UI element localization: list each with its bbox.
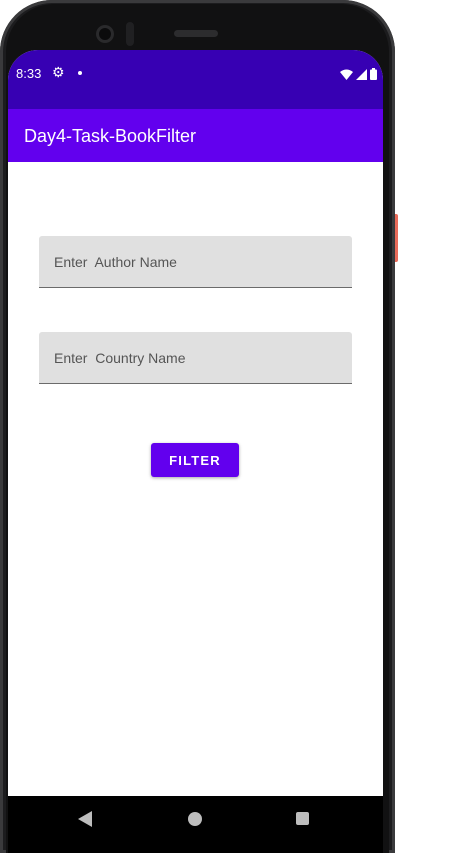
country-name-field[interactable] <box>39 332 352 384</box>
author-name-input[interactable] <box>39 236 352 287</box>
status-indicators <box>340 67 377 85</box>
phone-frame: 8:33 ⚙ Day4-Task-BookFilter Enter Author… <box>0 0 395 853</box>
filter-form: FILTER <box>8 162 383 796</box>
front-camera <box>96 25 114 43</box>
power-button <box>395 214 398 262</box>
proximity-sensor <box>126 22 134 46</box>
back-icon[interactable] <box>78 811 92 832</box>
earpiece-speaker <box>174 30 218 37</box>
navigation-bar <box>8 796 383 853</box>
cell-signal-icon <box>356 67 367 85</box>
home-icon[interactable] <box>188 812 202 826</box>
filter-button[interactable]: FILTER <box>151 443 239 477</box>
recents-icon[interactable] <box>296 812 309 825</box>
app-title: Day4-Task-BookFilter <box>24 126 197 146</box>
battery-icon <box>370 67 377 85</box>
device-screen: 8:33 ⚙ Day4-Task-BookFilter Enter Author… <box>8 50 383 853</box>
notification-dot-icon <box>78 71 82 75</box>
country-name-input[interactable] <box>39 332 352 383</box>
author-name-field[interactable] <box>39 236 352 288</box>
wifi-icon <box>340 67 353 85</box>
status-time: 8:33 <box>16 66 42 81</box>
status-bar: 8:33 ⚙ <box>8 50 383 109</box>
app-bar: Day4-Task-BookFilter <box>8 109 383 162</box>
gear-icon: ⚙ <box>52 64 65 80</box>
